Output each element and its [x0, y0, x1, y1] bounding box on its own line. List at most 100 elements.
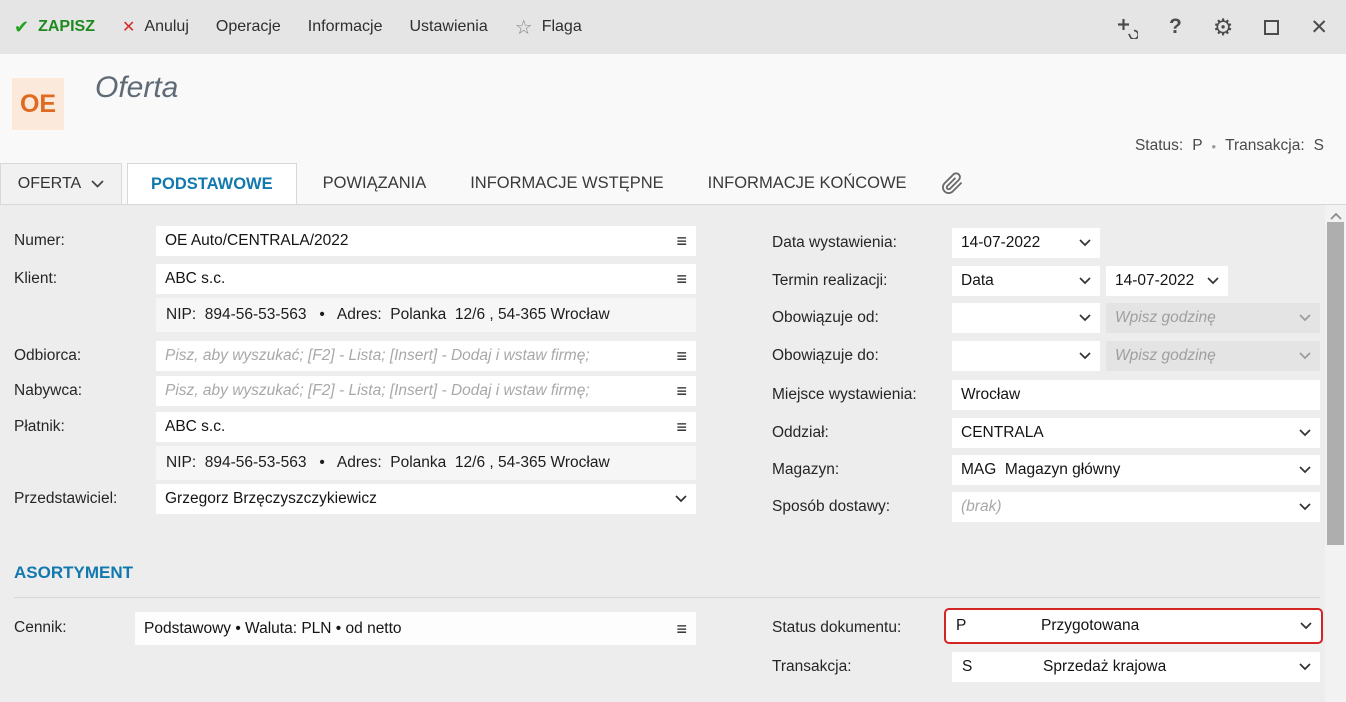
section-divider: [14, 597, 1320, 598]
klient-label: Klient:: [14, 270, 57, 288]
data-wystawienia-value: 14-07-2022: [952, 234, 1070, 252]
platnik-field[interactable]: ≡: [156, 412, 696, 442]
tab-label: INFORMACJE KOŃCOWE: [708, 174, 907, 193]
menu-operations-label: Operacje: [216, 18, 281, 36]
platnik-info-strip: NIP: 894-56-53-563 • Adres: Polanka 12/6…: [156, 446, 696, 480]
chevron-up-icon: [1330, 212, 1342, 220]
obowiazuje-od-time-placeholder: Wpisz godzinę: [1106, 309, 1290, 327]
magazyn-label: Magazyn:: [772, 461, 839, 479]
magazyn-value: MAG Magazyn główny: [952, 461, 1290, 479]
platnik-input[interactable]: [156, 418, 667, 436]
menu-lines-icon[interactable]: ≡: [667, 347, 696, 365]
tab-podstawowe[interactable]: PODSTAWOWE: [127, 163, 297, 204]
add-window-icon[interactable]: [1115, 16, 1138, 39]
termin-mode-dropdown[interactable]: Data: [952, 266, 1100, 296]
nabywca-label: Nabywca:: [14, 382, 82, 400]
chevron-down-icon: [1198, 277, 1228, 285]
tab-selector-label: OFERTA: [18, 175, 81, 193]
menu-lines-icon[interactable]: ≡: [667, 418, 696, 436]
save-button[interactable]: ✔ ZAPISZ: [14, 17, 95, 38]
menu-information[interactable]: Informacje: [308, 18, 383, 36]
cancel-button[interactable]: ✕ Anuluj: [122, 17, 189, 37]
obowiazuje-od-date-dropdown[interactable]: [952, 303, 1100, 333]
obowiazuje-do-time-dropdown[interactable]: Wpisz godzinę: [1106, 341, 1320, 371]
scrollbar-thumb[interactable]: [1327, 222, 1344, 545]
page-title: Oferta: [95, 71, 178, 105]
star-icon: ☆: [515, 15, 533, 40]
transakcja-dropdown[interactable]: S Sprzedaż krajowa: [952, 652, 1320, 682]
transakcja-code: S: [952, 658, 1034, 676]
klient-info-strip: NIP: 894-56-53-563 • Adres: Polanka 12/6…: [156, 298, 696, 332]
vertical-scrollbar[interactable]: [1325, 205, 1346, 702]
przedstawiciel-dropdown[interactable]: Grzegorz Brzęczyszczykiewicz: [156, 484, 696, 514]
miejsce-wystawienia-label: Miejsce wystawienia:: [772, 386, 917, 404]
transakcja-label: Transakcja:: [772, 658, 852, 676]
help-icon[interactable]: ?: [1169, 15, 1182, 39]
odbiorca-label: Odbiorca:: [14, 347, 81, 365]
termin-realizacji-label: Termin realizacji:: [772, 272, 887, 290]
tab-label: PODSTAWOWE: [151, 175, 273, 194]
tab-informacje-koncowe[interactable]: INFORMACJE KOŃCOWE: [686, 163, 929, 204]
oddzial-dropdown[interactable]: CENTRALA: [952, 418, 1320, 448]
chevron-down-icon: [1290, 429, 1320, 437]
data-wystawienia-dropdown[interactable]: 14-07-2022: [952, 228, 1100, 258]
magazyn-dropdown[interactable]: MAG Magazyn główny: [952, 455, 1320, 485]
obowiazuje-od-time-dropdown[interactable]: Wpisz godzinę: [1106, 303, 1320, 333]
miejsce-wystawienia-input[interactable]: [952, 386, 1320, 404]
transakcja-value: Sprzedaż krajowa: [1034, 658, 1290, 676]
paperclip-icon: [941, 172, 964, 195]
maximize-icon[interactable]: [1264, 20, 1279, 35]
chevron-down-icon: [1290, 314, 1320, 322]
menu-information-label: Informacje: [308, 18, 383, 36]
save-label: ZAPISZ: [38, 18, 95, 36]
status-label: Status:: [1135, 137, 1183, 155]
menu-lines-icon[interactable]: ≡: [667, 620, 696, 638]
przedstawiciel-value: Grzegorz Brzęczyszczykiewicz: [156, 490, 666, 508]
chevron-down-icon: [1290, 503, 1320, 511]
chevron-down-icon: [1070, 239, 1100, 247]
cancel-label: Anuluj: [144, 18, 188, 36]
close-icon[interactable]: ✕: [1310, 15, 1328, 40]
tab-selector-oferta[interactable]: OFERTA: [0, 163, 122, 204]
menu-lines-icon[interactable]: ≡: [667, 232, 696, 250]
klient-input[interactable]: [156, 270, 667, 288]
attachments-button[interactable]: [929, 163, 976, 204]
menu-lines-icon[interactable]: ≡: [667, 270, 696, 288]
flag-button[interactable]: ☆ Flaga: [515, 15, 582, 40]
nabywca-input[interactable]: [156, 382, 667, 400]
obowiazuje-od-label: Obowiązuje od:: [772, 309, 879, 327]
odbiorca-field[interactable]: ≡: [156, 341, 696, 371]
obowiazuje-do-time-placeholder: Wpisz godzinę: [1106, 347, 1290, 365]
chevron-down-icon: [1070, 352, 1100, 360]
x-icon: ✕: [122, 17, 135, 37]
nabywca-field[interactable]: ≡: [156, 376, 696, 406]
status-value: Przygotowana: [1032, 617, 1291, 635]
check-icon: ✔: [14, 17, 29, 38]
miejsce-wystawienia-field[interactable]: [952, 380, 1320, 410]
cennik-field[interactable]: Podstawowy • Waluta: PLN • od netto ≡: [135, 612, 696, 645]
menu-settings[interactable]: Ustawienia: [410, 18, 488, 36]
oddzial-label: Oddział:: [772, 424, 829, 442]
sposob-dostawy-dropdown[interactable]: (brak): [952, 492, 1320, 522]
tab-informacje-wstepne[interactable]: INFORMACJE WSTĘPNE: [448, 163, 685, 204]
termin-date-dropdown[interactable]: 14-07-2022: [1106, 266, 1228, 296]
menu-lines-icon[interactable]: ≡: [667, 382, 696, 400]
chevron-down-icon: [1070, 277, 1100, 285]
chevron-down-icon: [666, 495, 696, 503]
termin-mode-value: Data: [952, 272, 1070, 290]
document-header: OE Oferta Status: P • Transakcja: S: [0, 54, 1346, 163]
settings-gear-icon[interactable]: ⚙: [1213, 14, 1234, 41]
menu-operations[interactable]: Operacje: [216, 18, 281, 36]
chevron-down-icon: [91, 180, 104, 188]
obowiazuje-do-date-dropdown[interactable]: [952, 341, 1100, 371]
numer-input[interactable]: [156, 232, 667, 250]
status-line: Status: P • Transakcja: S: [1135, 137, 1324, 155]
tab-powiazania[interactable]: POWIĄZANIA: [301, 163, 449, 204]
numer-field[interactable]: ≡: [156, 226, 696, 256]
klient-field[interactable]: ≡: [156, 264, 696, 294]
cennik-label: Cennik:: [14, 619, 67, 637]
numer-label: Numer:: [14, 232, 65, 250]
scroll-up-button[interactable]: [1325, 209, 1346, 223]
status-dokumentu-dropdown[interactable]: P Przygotowana: [944, 608, 1323, 644]
odbiorca-input[interactable]: [156, 347, 667, 365]
